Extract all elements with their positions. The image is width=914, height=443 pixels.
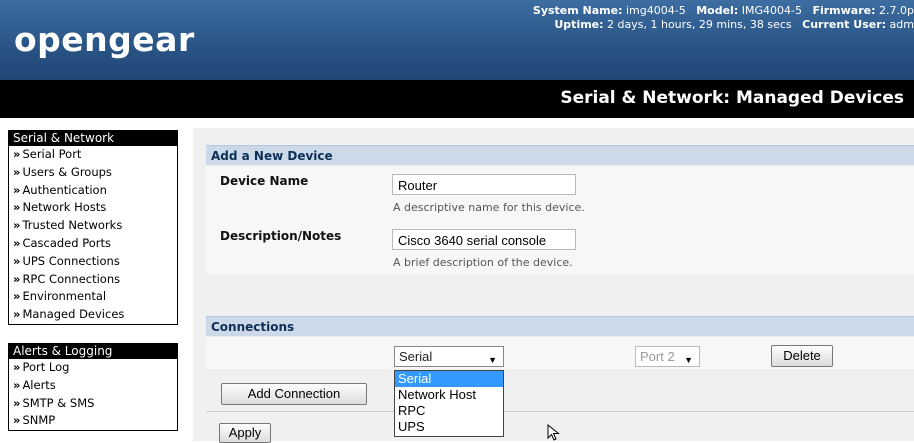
divider	[206, 411, 914, 412]
arrow-icon: »	[13, 147, 21, 161]
arrow-icon: »	[13, 218, 21, 233]
arrow-icon: »	[13, 360, 21, 374]
description-label: Description/Notes	[220, 229, 342, 243]
dropdown-option-rpc[interactable]: RPC	[395, 403, 503, 419]
dropdown-option-serial[interactable]: Serial	[395, 371, 503, 387]
sidebar-item-label: Network Hosts	[22, 200, 107, 215]
arrow-icon: »	[13, 395, 21, 410]
description-input[interactable]: Cisco 3640 serial console	[392, 229, 576, 250]
sidebar-item-smtp-sms[interactable]: » SMTP & SMS	[9, 395, 177, 413]
sidebar-item-label: Environmental	[22, 289, 107, 304]
sidebar-item-environmental[interactable]: » Environmental	[9, 288, 177, 306]
arrow-icon: »	[13, 377, 21, 392]
sidebar-item-label: Serial Port	[22, 147, 82, 161]
sidebar-item-authentication[interactable]: » Authentication	[9, 182, 177, 200]
sidebar-item-cascaded-ports[interactable]: » Cascaded Ports	[9, 235, 177, 253]
page-title: Serial & Network: Managed Devices	[560, 88, 904, 108]
sidebar-item-label: SNMP	[22, 413, 56, 428]
arrow-icon: »	[13, 289, 21, 304]
arrow-icon: »	[13, 413, 21, 428]
sidebar-item-ups-connections[interactable]: » UPS Connections	[9, 253, 177, 271]
sidebar-item-label: Cascaded Ports	[22, 235, 111, 250]
sidebar-section-title: Serial & Network	[9, 131, 177, 146]
sidebar-alerts-logging: Alerts & Logging » Port Log » Alerts » SMTP…	[8, 343, 178, 432]
connection-type-dropdown: Serial Network Host RPC UPS	[394, 370, 504, 437]
mouse-cursor-icon	[547, 424, 560, 441]
sidebar-item-snmp[interactable]: » SNMP	[9, 412, 177, 430]
device-name-hint: A descriptive name for this device.	[393, 201, 585, 214]
add-device-header: Add a New Device	[206, 145, 914, 165]
model-value: IMG4004-5	[741, 4, 802, 17]
device-name-input[interactable]: Router	[392, 174, 576, 195]
current-user-value: adm	[889, 18, 914, 31]
firmware-value: 2.7.0p	[879, 4, 914, 17]
sidebar-item-trusted-networks[interactable]: » Trusted Networks	[9, 217, 177, 235]
sidebar-item-serial-port[interactable]: » Serial Port	[9, 146, 177, 164]
system-info: System Name: img4004-5 Model: IMG4004-5 …	[504, 4, 914, 32]
connection-type-value: Serial	[399, 349, 433, 364]
port-value: Port 2	[640, 349, 675, 364]
sidebar-item-label: UPS Connections	[22, 253, 120, 268]
apply-button[interactable]: Apply	[219, 423, 271, 443]
sidebar-item-label: Authentication	[22, 182, 107, 197]
sidebar-section-title: Alerts & Logging	[9, 344, 177, 359]
sidebar-serial-network: Serial & Network » Serial Port » Users & G…	[8, 130, 178, 325]
sidebar-item-label: SMTP & SMS	[22, 395, 95, 410]
sidebar-item-label: Users & Groups	[22, 164, 112, 179]
connection-type-select[interactable]: Serial ▼	[394, 346, 504, 367]
uptime-value: 2 days, 1 hours, 29 mins, 38 secs	[607, 18, 792, 31]
sidebar-item-users-groups[interactable]: » Users & Groups	[9, 164, 177, 182]
sidebar-item-network-hosts[interactable]: » Network Hosts	[9, 199, 177, 217]
sidebar-item-label: Trusted Networks	[22, 218, 123, 233]
connections-header: Connections	[206, 316, 914, 336]
delete-button[interactable]: Delete	[771, 345, 833, 367]
sidebar-item-label: Managed Devices	[22, 307, 125, 322]
arrow-icon: »	[13, 307, 21, 322]
arrow-icon: »	[13, 164, 21, 179]
chevron-down-icon: ▼	[488, 355, 497, 365]
arrow-icon: »	[13, 182, 21, 197]
sidebar-item-label: RPC Connections	[22, 271, 121, 286]
arrow-icon: »	[13, 235, 21, 250]
uptime-label: Uptime:	[554, 18, 604, 31]
sidebar-item-port-log[interactable]: » Port Log	[9, 359, 177, 377]
firmware-label: Firmware:	[812, 4, 876, 17]
system-name-label: System Name:	[532, 4, 623, 17]
sidebar-item-label: Port Log	[22, 360, 70, 374]
sidebar-item-managed-devices[interactable]: » Managed Devices	[9, 306, 177, 324]
current-user-label: Current User:	[802, 18, 887, 31]
chevron-down-icon: ▼	[684, 355, 693, 365]
arrow-icon: »	[13, 253, 21, 268]
opengear-logo: opengear	[14, 20, 195, 59]
system-name-value: img4004-5	[626, 4, 686, 17]
sidebar-item-alerts[interactable]: » Alerts	[9, 377, 177, 395]
arrow-icon: »	[13, 271, 21, 286]
port-select[interactable]: Port 2 ▼	[635, 346, 700, 367]
arrow-icon: »	[13, 200, 21, 215]
add-connection-button[interactable]: Add Connection	[221, 383, 367, 405]
sidebar-item-rpc-connections[interactable]: » RPC Connections	[9, 271, 177, 289]
device-name-label: Device Name	[220, 174, 309, 188]
sidebar-item-label: Alerts	[22, 377, 56, 392]
description-hint: A brief description of the device.	[393, 256, 573, 269]
dropdown-option-ups[interactable]: UPS	[395, 419, 503, 435]
dropdown-option-network-host[interactable]: Network Host	[395, 387, 503, 403]
model-label: Model:	[696, 4, 739, 17]
